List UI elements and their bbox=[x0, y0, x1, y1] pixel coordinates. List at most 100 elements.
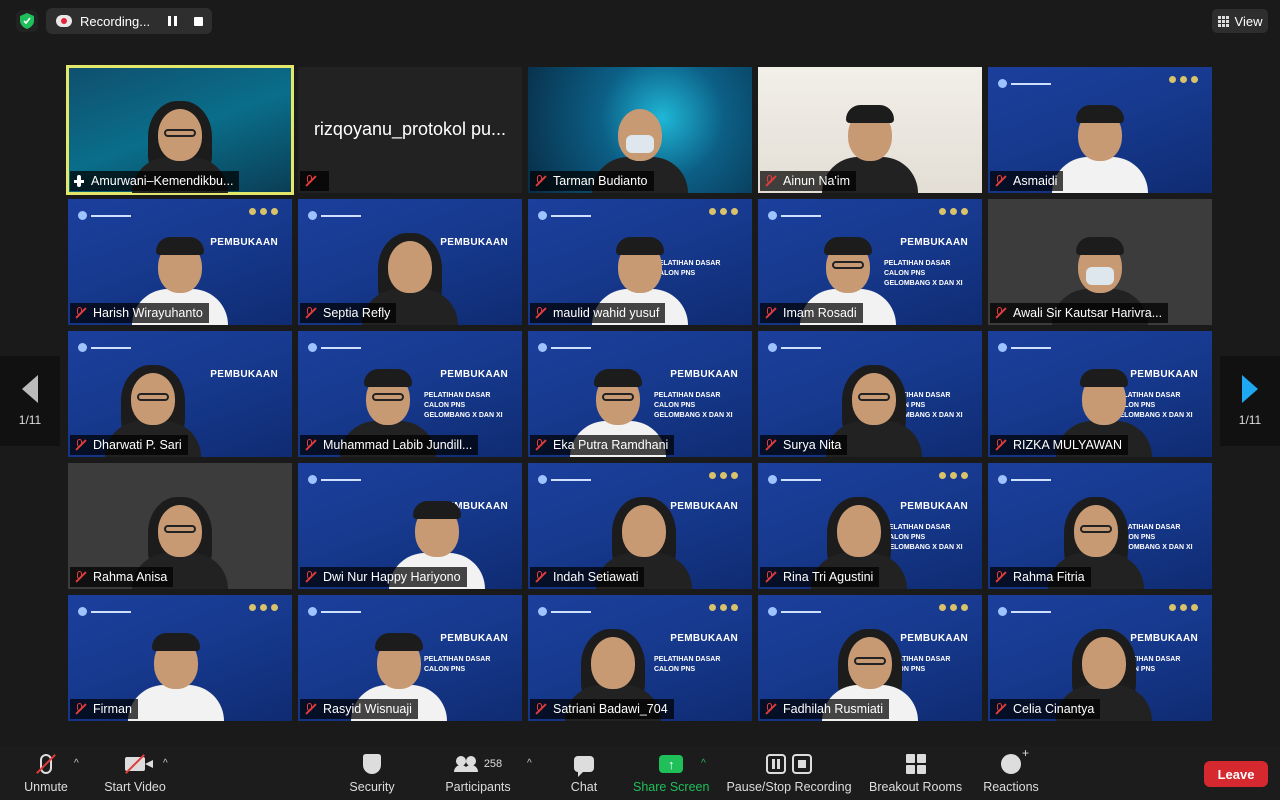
security-shield-icon[interactable] bbox=[16, 10, 38, 32]
participant-name: Muhammad Labib Jundill... bbox=[323, 438, 473, 452]
video-tile[interactable]: Ainun Na'im bbox=[758, 67, 982, 193]
participant-name-tag: Amurwani–Kemendikbu... bbox=[70, 171, 240, 191]
muted-mic-icon bbox=[74, 439, 86, 451]
video-tile[interactable]: PEMBUKAAN PELATIHAN DASAR CALON PNS GELOMB… bbox=[758, 199, 982, 325]
slide-logo bbox=[538, 471, 598, 485]
video-tile[interactable]: Awali Sir Kautsar Harivra... bbox=[988, 199, 1212, 325]
video-tile[interactable]: rizqoyanu_protokol pu... bbox=[298, 67, 522, 193]
muted-mic-icon bbox=[304, 703, 316, 715]
muted-mic-icon bbox=[764, 307, 776, 319]
slide-logo bbox=[538, 207, 598, 221]
chat-button[interactable]: Chat bbox=[570, 752, 598, 794]
participant-name: maulid wahid yusuf bbox=[553, 306, 660, 320]
muted-mic-icon bbox=[304, 175, 316, 187]
video-tile[interactable]: PEMBUKAAN PELATIHAN DASAR CALON PNS GELOMB… bbox=[298, 331, 522, 457]
slide-subtitle: PELATIHAN DASARCALON PNS bbox=[654, 656, 721, 673]
view-button[interactable]: View bbox=[1212, 9, 1268, 33]
video-tile[interactable]: PEMBUKAAN Harish Wirayuhanto bbox=[68, 199, 292, 325]
pause-stop-recording-button[interactable]: Pause/Stop Recording bbox=[726, 752, 852, 794]
slide-logo bbox=[998, 603, 1058, 617]
video-tile[interactable]: PEMBUKAAN PELATIHAN DASAR CALON PNS GELOMB… bbox=[758, 463, 982, 589]
video-tile[interactable]: Rahma Anisa bbox=[68, 463, 292, 589]
muted-mic-icon bbox=[304, 307, 316, 319]
participant-name-tag: Septia Refly bbox=[300, 303, 397, 323]
video-tile[interactable]: PELATIHAN DASAR CALON PNS maulid wahid yu… bbox=[528, 199, 752, 325]
participant-name-tag: Asmaidi bbox=[990, 171, 1064, 191]
slide-logo bbox=[768, 603, 828, 617]
participant-video bbox=[127, 633, 224, 721]
video-tile[interactable]: PEMBUKAAN Dwi Nur Happy Hariyono bbox=[298, 463, 522, 589]
muted-mic-icon bbox=[764, 703, 776, 715]
video-tile[interactable]: PELATIHAN DASARCALON PNSGELOMBANG X DAN … bbox=[758, 331, 982, 457]
participant-name: Dwi Nur Happy Hariyono bbox=[323, 570, 461, 584]
video-tile[interactable]: Amurwani–Kemendikbu... bbox=[66, 65, 294, 195]
participants-button[interactable]: 258 Participants bbox=[443, 752, 513, 794]
muted-mic-icon bbox=[994, 307, 1006, 319]
participant-name: Dharwati P. Sari bbox=[93, 438, 182, 452]
muted-mic-icon bbox=[764, 571, 776, 583]
share-options-chevron-icon[interactable]: ^ bbox=[701, 758, 709, 769]
pause-recording-icon[interactable] bbox=[168, 16, 178, 26]
muted-mic-icon bbox=[304, 571, 316, 583]
participants-options-chevron-icon[interactable]: ^ bbox=[527, 758, 535, 769]
slide-logo bbox=[998, 471, 1058, 485]
slide-emblems bbox=[249, 208, 278, 215]
recording-indicator: Recording... bbox=[46, 8, 212, 34]
slide-title: PEMBUKAAN bbox=[900, 501, 968, 512]
security-label: Security bbox=[349, 780, 395, 794]
muted-mic-icon bbox=[534, 703, 546, 715]
participant-name: Satriani Badawi_704 bbox=[553, 702, 668, 716]
video-tile[interactable]: PEMBUKAAN PELATIHAN DASAR CALON PNS GELOMB… bbox=[988, 331, 1212, 457]
video-tile[interactable]: PEMBUKAAN Dharwati P. Sari bbox=[68, 331, 292, 457]
reactions-button[interactable]: Reactions bbox=[983, 746, 1039, 794]
slide-logo bbox=[308, 339, 368, 353]
cloud-record-icon bbox=[56, 15, 72, 27]
security-button[interactable]: Security bbox=[348, 752, 396, 794]
participant-name: Rahma Fitria bbox=[1013, 570, 1085, 584]
slide-logo bbox=[998, 75, 1058, 89]
unmute-button[interactable]: Unmute bbox=[24, 752, 68, 794]
video-tile[interactable]: Asmaidi bbox=[988, 67, 1212, 193]
start-video-button[interactable]: Start Video bbox=[103, 752, 167, 794]
previous-page-button[interactable]: 1/11 bbox=[0, 356, 60, 446]
share-screen-button[interactable]: ↑ Share Screen bbox=[633, 752, 709, 794]
participant-name: Awali Sir Kautsar Harivra... bbox=[1013, 306, 1163, 320]
audio-options-chevron-icon[interactable]: ^ bbox=[74, 758, 82, 769]
video-tile[interactable]: PEMBUKAAN PELATIHAN DASAR CALON PNS Satri… bbox=[528, 595, 752, 721]
video-tile[interactable]: PEMBUKAAN PELATIHAN DASAR CALON PNS GELOMB… bbox=[528, 331, 752, 457]
participant-name-tag: Eka Putra Ramdhani bbox=[530, 435, 675, 455]
slide-emblems bbox=[1169, 76, 1198, 83]
breakout-rooms-button[interactable]: Breakout Rooms bbox=[869, 752, 962, 794]
participant-name: Rahma Anisa bbox=[93, 570, 168, 584]
muted-mic-icon bbox=[534, 439, 546, 451]
video-tile[interactable]: PELATIHAN DASARCALON PNSGELOMBANG X DAN … bbox=[988, 463, 1212, 589]
video-tile[interactable]: PEMBUKAAN PELATIHAN DASAR CALON PNS Fadhi… bbox=[758, 595, 982, 721]
video-tile[interactable]: PEMBUKAAN Indah Setiawati bbox=[528, 463, 752, 589]
participant-name-tag: Dwi Nur Happy Hariyono bbox=[300, 567, 467, 587]
muted-mic-icon bbox=[994, 175, 1006, 187]
video-tile[interactable]: PEMBUKAAN Septia Refly bbox=[298, 199, 522, 325]
stop-recording-icon[interactable] bbox=[194, 16, 204, 26]
participant-name: Asmaidi bbox=[1013, 174, 1058, 188]
participant-name-tag bbox=[300, 171, 329, 191]
leave-button[interactable]: Leave bbox=[1204, 761, 1268, 787]
muted-mic-icon bbox=[994, 571, 1006, 583]
video-tile[interactable]: PEMBUKAAN PELATIHAN DASARCALON PNS Celia… bbox=[988, 595, 1212, 721]
participant-name: Eka Putra Ramdhani bbox=[553, 438, 669, 452]
breakout-rooms-icon bbox=[905, 754, 926, 774]
slide-title: PEMBUKAAN bbox=[440, 633, 508, 644]
next-page-button[interactable]: 1/11 bbox=[1220, 356, 1280, 446]
smiley-add-icon bbox=[1001, 746, 1029, 774]
participant-name: RIZKA MULYAWAN bbox=[1013, 438, 1123, 452]
video-tile[interactable]: Tarman Budianto bbox=[528, 67, 752, 193]
slide-subtitle: PELATIHAN DASARCALON PNSGELOMBANG X DAN … bbox=[884, 260, 963, 287]
participant-name-tag: Indah Setiawati bbox=[530, 567, 645, 587]
participant-name-tag: Tarman Budianto bbox=[530, 171, 654, 191]
slide-emblems bbox=[1169, 604, 1198, 611]
participant-name-tag: Firman bbox=[70, 699, 138, 719]
video-options-chevron-icon[interactable]: ^ bbox=[163, 758, 171, 769]
participant-name: Surya Nita bbox=[783, 438, 842, 452]
video-tile[interactable]: PEMBUKAAN PELATIHAN DASAR CALON PNS Rasyi… bbox=[298, 595, 522, 721]
video-tile[interactable]: Firman bbox=[68, 595, 292, 721]
slide-logo bbox=[768, 339, 828, 353]
